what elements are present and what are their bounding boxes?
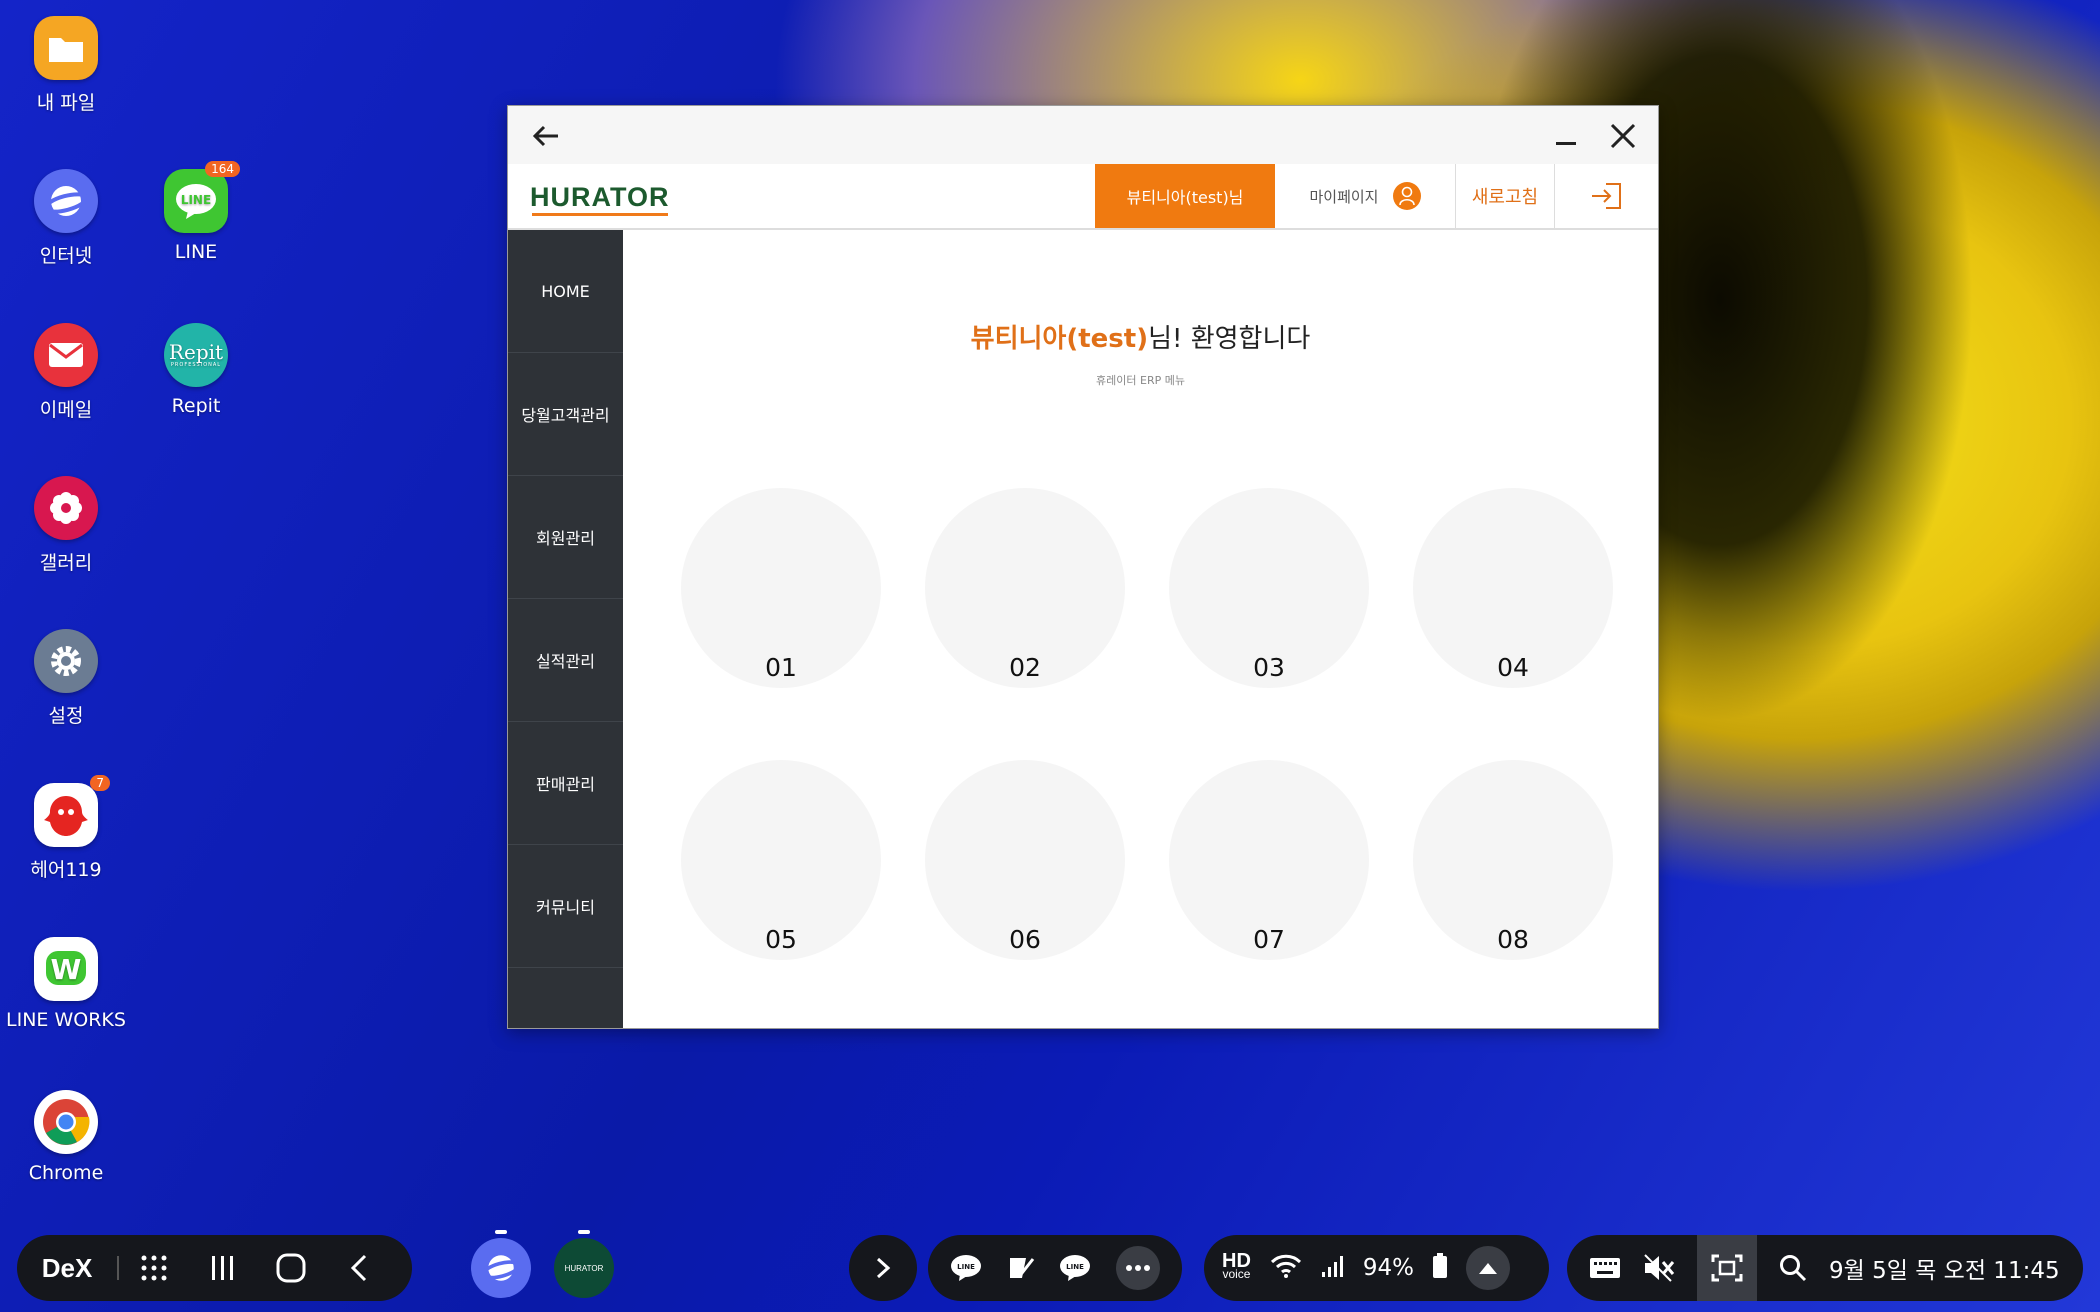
folder-icon (34, 16, 98, 80)
welcome-user-name: 뷰티니아(test) (970, 324, 1149, 354)
sidebar-item-home[interactable]: HOME (508, 230, 623, 353)
desktop-icon-label: LINE WORKS (6, 1009, 126, 1031)
svg-text:LINE: LINE (181, 193, 211, 207)
menu-circle-01[interactable]: 01 (681, 488, 881, 688)
hd-voice-icon: HD voice (1222, 1250, 1251, 1281)
desktop-icon-line[interactable]: LINE 164 LINE (131, 161, 261, 263)
svg-text:LINE: LINE (957, 1263, 975, 1271)
desktop-icon-label: 인터넷 (39, 245, 93, 267)
hurator-logo[interactable]: HURATOR (530, 182, 670, 213)
system-tray: 9월 5일 목 오전 11:45 (1567, 1235, 2083, 1301)
browser-planet-icon (34, 169, 98, 233)
flower-icon (34, 476, 98, 540)
sidebar-item-sales[interactable]: 판매관리 (508, 722, 623, 845)
home-icon[interactable] (257, 1253, 325, 1283)
menu-circle-07[interactable]: 07 (1169, 760, 1369, 960)
expand-status-icon[interactable] (1466, 1246, 1511, 1290)
desktop-icon-chrome[interactable]: Chrome (1, 1090, 131, 1184)
desktop-icon-label: 갤러리 (39, 552, 93, 574)
clock-datetime[interactable]: 9월 5일 목 오전 11:45 (1829, 1251, 2060, 1285)
dex-button[interactable]: DeX (17, 1253, 117, 1284)
welcome-heading: 뷰티니아(test)님! 환영합니다 (623, 318, 1658, 355)
more-options-icon[interactable] (1115, 1246, 1160, 1290)
wifi-icon (1269, 1253, 1303, 1283)
back-icon[interactable] (325, 1253, 393, 1283)
desktop-icon-label: Repit (171, 395, 221, 417)
sidebar: HOME 당월고객관리 회원관리 실적관리 판매관리 커뮤니티 (508, 230, 623, 1028)
notification-badge: 164 (205, 161, 240, 177)
keyboard-icon[interactable] (1589, 1257, 1621, 1279)
mail-icon (34, 323, 98, 387)
window-titlebar (508, 106, 1658, 164)
taskbar-hurator-app-icon[interactable]: HURATOR (554, 1238, 614, 1298)
mypage-button[interactable]: 마이페이지 (1275, 164, 1456, 228)
checklist-notification-icon[interactable] (1007, 1254, 1035, 1282)
desktop-icon-label: 이메일 (39, 399, 93, 421)
desktop-icon-label: 내 파일 (36, 92, 96, 114)
close-icon[interactable] (1605, 118, 1641, 154)
menu-circle-05[interactable]: 05 (681, 760, 881, 960)
notification-tray: LINE LINE (928, 1235, 1182, 1301)
menu-circle-04[interactable]: 04 (1413, 488, 1613, 688)
recent-apps-icon[interactable] (189, 1254, 257, 1282)
repit-logo-icon: Repit PROFESSIONAL (164, 323, 228, 387)
sidebar-item-community[interactable]: 커뮤니티 (508, 845, 623, 968)
dex-nav-bar: DeX (17, 1235, 412, 1301)
chrome-icon (34, 1090, 98, 1154)
desktop-icon-label: 설정 (48, 705, 84, 727)
screenshot-icon[interactable] (1697, 1235, 1757, 1301)
running-indicator (495, 1230, 507, 1234)
sidebar-item-performance[interactable]: 실적관리 (508, 599, 623, 722)
battery-icon (1432, 1253, 1448, 1283)
desktop-icon-label: LINE (174, 241, 218, 263)
page-subtitle: 휴레이터 ERP 메뉴 (1096, 374, 1185, 387)
line-chat-notification-icon[interactable]: LINE (1059, 1254, 1091, 1282)
minimize-icon[interactable] (1548, 118, 1584, 154)
desktop-icon-my-files[interactable]: 내 파일 (1, 16, 131, 115)
desktop-icon-hair119[interactable]: 7 헤어119 (1, 775, 131, 882)
taskbar-internet-icon[interactable] (471, 1238, 531, 1298)
menu-circle-06[interactable]: 06 (925, 760, 1125, 960)
gear-icon (34, 629, 98, 693)
menu-circle-02[interactable]: 02 (925, 488, 1125, 688)
svg-text:W: W (51, 953, 82, 986)
chevron-right-icon (876, 1257, 891, 1279)
user-name-button[interactable]: 뷰티니아(test)님 (1095, 164, 1275, 228)
line-works-icon: W (34, 937, 98, 1001)
search-icon[interactable] (1779, 1254, 1807, 1282)
battery-percent: 94% (1362, 1255, 1415, 1281)
desktop-icon-internet[interactable]: 인터넷 (1, 169, 131, 268)
app-header: HURATOR 뷰티니아(test)님 마이페이지 새로고침 (508, 164, 1658, 230)
mute-icon[interactable] (1643, 1253, 1675, 1283)
desktop-icon-label: Chrome (28, 1162, 104, 1184)
desktop-icon-line-works[interactable]: W LINE WORKS (1, 937, 131, 1031)
running-indicator (578, 1230, 590, 1234)
desktop-icon-settings[interactable]: 설정 (1, 629, 131, 728)
svg-text:LINE: LINE (1066, 1263, 1084, 1271)
app-drawer-icon[interactable] (119, 1253, 189, 1283)
app-window: HURATOR 뷰티니아(test)님 마이페이지 새로고침 HOME 당월고객… (507, 105, 1659, 1029)
mypage-label: 마이페이지 (1309, 187, 1379, 206)
signal-icon (1321, 1254, 1345, 1282)
notification-badge: 7 (90, 775, 110, 791)
logout-icon[interactable] (1555, 164, 1657, 228)
welcome-text: 님! 환영합니다 (1148, 324, 1311, 354)
refresh-button[interactable]: 새로고침 (1456, 164, 1555, 228)
desktop-icon-label: 헤어119 (30, 859, 102, 881)
sidebar-item-monthly-customers[interactable]: 당월고객관리 (508, 353, 623, 476)
desktop-icon-gallery[interactable]: 갤러리 (1, 476, 131, 575)
desktop-icon-email[interactable]: 이메일 (1, 323, 131, 422)
line-notification-icon[interactable]: LINE (950, 1254, 982, 1282)
sidebar-item-members[interactable]: 회원관리 (508, 476, 623, 599)
back-arrow-icon[interactable] (528, 118, 564, 154)
hair119-logo-icon: 7 (34, 775, 110, 847)
line-app-icon: LINE 164 (164, 161, 240, 233)
menu-circle-03[interactable]: 03 (1169, 488, 1369, 688)
status-tray: HD voice 94% (1204, 1235, 1549, 1301)
menu-circle-08[interactable]: 08 (1413, 760, 1613, 960)
expand-button[interactable] (849, 1235, 917, 1301)
main-content: 뷰티니아(test)님! 환영합니다 휴레이터 ERP 메뉴 01 02 03 … (623, 230, 1658, 1028)
desktop-icon-repit[interactable]: Repit PROFESSIONAL Repit (131, 323, 261, 417)
user-profile-icon (1392, 182, 1421, 210)
